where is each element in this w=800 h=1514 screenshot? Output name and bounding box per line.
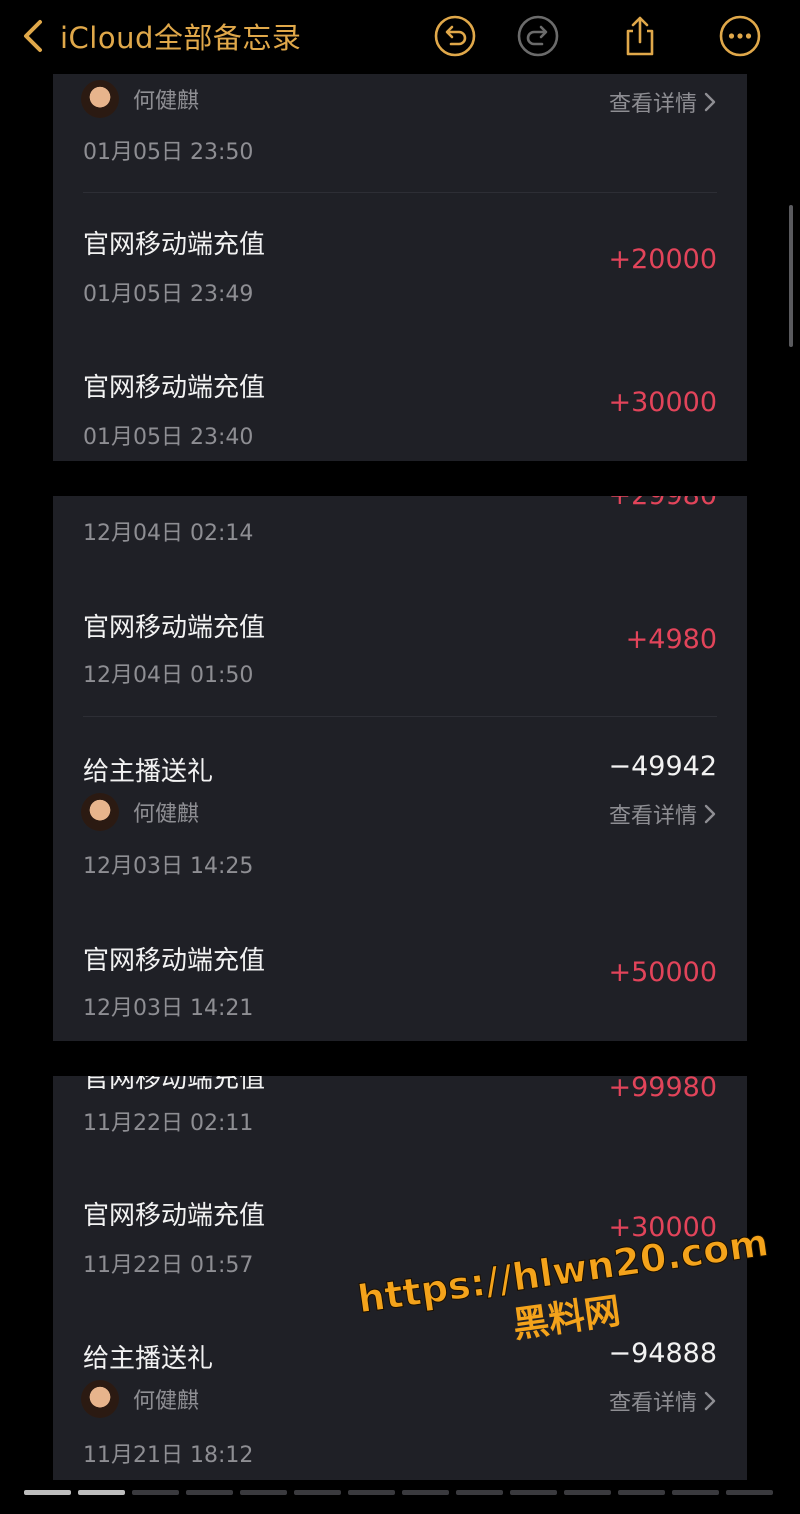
- transaction-title: 官网移动端充值: [83, 1076, 266, 1094]
- share-button[interactable]: [618, 14, 662, 58]
- username: 何健麒: [133, 802, 200, 827]
- redo-icon: [517, 15, 559, 57]
- redo-button[interactable]: [516, 14, 560, 58]
- timestamp: 12月03日 14:21: [83, 996, 254, 1021]
- undo-button[interactable]: [433, 14, 477, 58]
- chevron-left-icon: [24, 20, 42, 52]
- list-item[interactable]: 官网移动端充值 +4980 12月04日 01:50: [53, 607, 747, 707]
- transaction-amount: +30000: [608, 387, 717, 418]
- page-dot[interactable]: [672, 1490, 719, 1495]
- page-dot[interactable]: [78, 1490, 125, 1495]
- page-indicator: [24, 1490, 773, 1495]
- more-icon: [719, 15, 761, 57]
- user-info: 何健麒: [81, 1380, 199, 1418]
- transaction-title: 官网移动端充值: [83, 230, 266, 260]
- page-dot[interactable]: [24, 1490, 71, 1495]
- more-button[interactable]: [718, 14, 762, 58]
- chevron-right-icon: [704, 804, 716, 824]
- timestamp: 12月03日 14:25: [83, 854, 254, 879]
- timestamp: 11月21日 18:12: [83, 1443, 254, 1468]
- page-dot[interactable]: [132, 1490, 179, 1495]
- page-dot[interactable]: [726, 1490, 773, 1495]
- transaction-title: 官网移动端充值: [83, 946, 266, 976]
- list-item[interactable]: 给主播送礼 −49942 何健麒 查看详情 12月03日 14:25: [53, 751, 747, 891]
- transaction-card: 何健麒 查看详情 01月05日 23:50 官网移动端充值 +20000 01月…: [53, 74, 747, 461]
- view-details-label: 查看详情: [608, 92, 697, 117]
- list-item[interactable]: 官网移动端充值 +99980 11月22日 02:11: [53, 1076, 747, 1146]
- page-dot[interactable]: [240, 1490, 287, 1495]
- timestamp: 01月05日 23:49: [83, 282, 254, 307]
- view-details-link[interactable]: 查看详情: [609, 798, 717, 830]
- view-details-link[interactable]: 查看详情: [609, 86, 717, 118]
- timestamp: 01月05日 23:40: [83, 425, 254, 450]
- list-item[interactable]: 何健麒 查看详情 01月05日 23:50: [53, 74, 747, 192]
- page-dot[interactable]: [348, 1490, 395, 1495]
- page-dot[interactable]: [402, 1490, 449, 1495]
- transaction-amount: +4980: [625, 624, 717, 655]
- chevron-right-icon: [704, 92, 716, 112]
- transaction-amount: −49942: [608, 751, 717, 782]
- scrollbar[interactable]: [789, 205, 793, 347]
- timestamp: 12月04日 01:50: [83, 663, 254, 688]
- chevron-right-icon: [704, 1391, 716, 1411]
- view-details-label: 查看详情: [608, 804, 697, 829]
- undo-icon: [434, 15, 476, 57]
- page-dot[interactable]: [294, 1490, 341, 1495]
- divider: [83, 716, 717, 717]
- avatar: [81, 793, 119, 831]
- transaction-title: 给主播送礼: [83, 1344, 214, 1374]
- page-dot[interactable]: [618, 1490, 665, 1495]
- transaction-title: 官网移动端充值: [83, 373, 266, 403]
- avatar: [81, 1380, 119, 1418]
- user-info: 何健麒: [81, 80, 199, 118]
- share-icon: [626, 16, 654, 56]
- list-item[interactable]: 官网移动端充值 +50000 12月03日 14:21: [53, 940, 747, 1040]
- page-dot[interactable]: [564, 1490, 611, 1495]
- view-details-link[interactable]: 查看详情: [609, 1385, 717, 1417]
- transaction-amount: +50000: [608, 957, 717, 988]
- list-item[interactable]: 官网移动端充值 +30000 01月05日 23:40: [53, 367, 747, 461]
- back-label: iCloud全部备忘录: [60, 21, 302, 55]
- list-item[interactable]: +29980 12月04日 02:14: [53, 496, 747, 566]
- avatar: [81, 80, 119, 118]
- back-button[interactable]: iCloud全部备忘录: [20, 14, 301, 58]
- timestamp: 11月22日 01:57: [83, 1253, 254, 1278]
- transaction-title: 官网移动端充值: [83, 613, 266, 643]
- timestamp: 12月04日 02:14: [83, 521, 254, 546]
- page-dot[interactable]: [186, 1490, 233, 1495]
- transaction-amount: +20000: [608, 244, 717, 275]
- timestamp: 11月22日 02:11: [83, 1111, 254, 1136]
- timestamp: 01月05日 23:50: [83, 140, 254, 165]
- transaction-title: 官网移动端充值: [83, 1201, 266, 1231]
- page-dot[interactable]: [510, 1490, 557, 1495]
- transaction-amount: +29980: [608, 496, 717, 511]
- user-info: 何健麒: [81, 793, 199, 831]
- transaction-card: +29980 12月04日 02:14 官网移动端充值 +4980 12月04日…: [53, 496, 747, 1041]
- transaction-title: 给主播送礼: [83, 757, 214, 787]
- username: 何健麒: [133, 89, 200, 114]
- transaction-amount: +99980: [608, 1076, 717, 1103]
- top-bar: iCloud全部备忘录: [0, 0, 800, 72]
- view-details-label: 查看详情: [608, 1391, 697, 1416]
- divider: [83, 192, 717, 193]
- username: 何健麒: [133, 1389, 200, 1414]
- list-item[interactable]: 官网移动端充值 +20000 01月05日 23:49: [53, 224, 747, 324]
- page-dot[interactable]: [456, 1490, 503, 1495]
